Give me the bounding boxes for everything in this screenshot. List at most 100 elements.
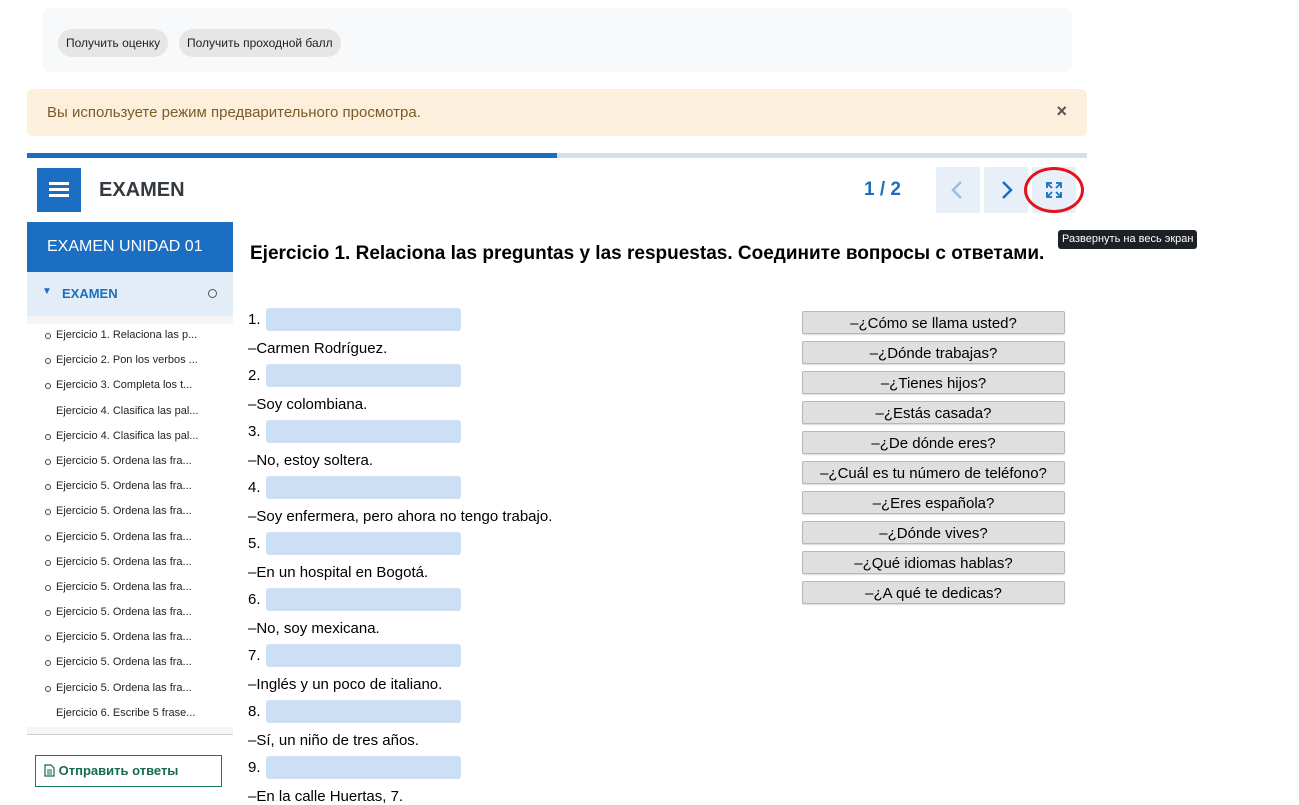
hamburger-icon-line: [49, 194, 69, 197]
sidebar-item-label: Ejercicio 5. Ordena las fra...: [56, 480, 192, 493]
sidebar-item-label: Ejercicio 5. Ordena las fra...: [56, 580, 192, 593]
question-number: 7.: [248, 647, 261, 664]
sidebar-item[interactable]: Ejercicio 5. Ordena las fra...: [27, 601, 233, 626]
status-circle-icon: [45, 584, 51, 591]
previous-page-button[interactable]: [936, 167, 980, 213]
draggable-option[interactable]: –¿Cómo se llama usted?: [802, 311, 1065, 334]
sidebar-item[interactable]: Ejercicio 5. Ordena las fra...: [27, 500, 233, 525]
status-circle-icon: [45, 559, 51, 566]
draggable-option[interactable]: –¿Dónde vives?: [802, 521, 1065, 544]
page-title: EXAMEN: [99, 179, 185, 201]
menu-toggle-button[interactable]: [37, 168, 81, 212]
sidebar-item[interactable]: Ejercicio 2. Pon los verbos ...: [27, 349, 233, 374]
top-action-panel: Получить оценку Получить проходной балл: [42, 8, 1072, 72]
answer-drop-zone[interactable]: [266, 420, 461, 443]
question-number: 9.: [248, 759, 261, 776]
answer-drop-zone[interactable]: [266, 588, 461, 611]
sidebar-item-label: Ejercicio 5. Ordena las fra...: [56, 454, 192, 467]
question-number: 6.: [248, 591, 261, 608]
close-icon[interactable]: ×: [1056, 101, 1067, 122]
answer-text: –Sí, un niño de tres años.: [248, 732, 419, 749]
sidebar-item[interactable]: Ejercicio 1. Relaciona las p...: [27, 324, 233, 349]
fullscreen-tooltip: Развернуть на весь экран: [1058, 230, 1198, 249]
answer-drop-zone[interactable]: [266, 532, 461, 555]
sidebar-item-label: Ejercicio 3. Completa los t...: [56, 379, 193, 392]
sidebar-item-label: Ejercicio 5. Ordena las fra...: [56, 555, 192, 568]
draggable-option[interactable]: –¿Tienes hijos?: [802, 371, 1065, 394]
document-icon: [44, 764, 55, 777]
get-passing-grade-button[interactable]: Получить проходной балл: [179, 29, 341, 57]
sidebar-item-label: Ejercicio 4. Clasifica las pal...: [56, 404, 199, 417]
question-number: 4.: [248, 479, 261, 496]
sidebar-item-list: Ejercicio 1. Relaciona las p... Ejercicio…: [27, 324, 233, 727]
sidebar-item-label: Ejercicio 5. Ordena las fra...: [56, 505, 192, 518]
answer-drop-zone[interactable]: [266, 364, 461, 387]
sidebar-item[interactable]: Ejercicio 5. Ordena las fra...: [27, 651, 233, 676]
sidebar-item-label: Ejercicio 2. Pon los verbos ...: [56, 354, 198, 367]
sidebar-item[interactable]: Ejercicio 5. Ordena las fra...: [27, 626, 233, 651]
draggable-option[interactable]: –¿De dónde eres?: [802, 431, 1065, 454]
answer-drop-zone[interactable]: [266, 308, 461, 331]
answer-text: –Soy colombiana.: [248, 396, 368, 413]
sidebar-heading[interactable]: EXAMEN UNIDAD 01: [27, 222, 233, 272]
answer-drop-zone[interactable]: [266, 476, 461, 499]
hamburger-icon-line: [49, 188, 69, 191]
exercise-title: Ejercicio 1. Relaciona las preguntas y l…: [250, 243, 1045, 264]
sidebar-item[interactable]: Ejercicio 5. Ordena las fra...: [27, 526, 233, 551]
sidebar-item[interactable]: Ejercicio 4. Clasifica las pal...: [27, 400, 233, 425]
sidebar-section-examen[interactable]: ▼ EXAMEN: [27, 272, 233, 316]
progress-bar: [27, 153, 1087, 158]
answer-text: –Soy enfermera, pero ahora no tengo trab…: [248, 508, 553, 525]
question-number: 5.: [248, 535, 261, 552]
submit-answers-label: Отправить ответы: [58, 763, 179, 778]
draggable-option[interactable]: –¿Dónde trabajas?: [802, 341, 1065, 364]
sidebar-item[interactable]: Ejercicio 6. Escribe 5 frase...: [27, 702, 233, 727]
answer-drop-zone[interactable]: [266, 644, 461, 667]
sidebar-item-label: Ejercicio 4. Clasifica las pal...: [56, 429, 199, 442]
status-circle-icon: [45, 333, 51, 339]
submit-answers-button[interactable]: Отправить ответы: [35, 755, 222, 787]
sidebar-item-label: Ejercicio 5. Ordena las fra...: [56, 530, 192, 543]
next-page-button[interactable]: [984, 167, 1028, 213]
sidebar-item[interactable]: Ejercicio 5. Ordena las fra...: [27, 450, 233, 475]
status-circle-icon: [45, 383, 51, 390]
status-circle-icon: [45, 635, 51, 642]
progress-fill: [27, 153, 557, 158]
answer-drop-zone[interactable]: [266, 700, 461, 723]
sidebar-item-label: Ejercicio 6. Escribe 5 frase...: [56, 706, 196, 719]
answer-text: –Carmen Rodríguez.: [248, 340, 388, 357]
sidebar-footer: Отправить ответы: [27, 734, 233, 804]
answer-text: –No, estoy soltera.: [248, 452, 374, 469]
draggable-option[interactable]: –¿Eres española?: [802, 491, 1065, 514]
question-number: 8.: [248, 703, 261, 720]
sidebar-item[interactable]: Ejercicio 5. Ordena las fra...: [27, 576, 233, 601]
status-circle-icon: [45, 534, 51, 541]
highlight-annotation: [1024, 167, 1084, 213]
draggable-option[interactable]: –¿A qué te dedicas?: [802, 581, 1065, 604]
get-grade-button[interactable]: Получить оценку: [58, 29, 169, 57]
status-circle-icon: [45, 610, 51, 617]
status-circle-icon: [45, 484, 51, 491]
status-circle-icon: [208, 289, 217, 298]
sidebar-item[interactable]: Ejercicio 5. Ordena las fra...: [27, 475, 233, 500]
sidebar-item[interactable]: Ejercicio 5. Ordena las fra...: [27, 551, 233, 576]
answer-drop-zone[interactable]: [266, 756, 461, 779]
chevron-left-icon: [951, 181, 962, 199]
status-circle-icon: [45, 358, 51, 365]
status-circle-icon: [45, 660, 51, 667]
draggable-option[interactable]: –¿Qué idiomas hablas?: [802, 551, 1065, 574]
draggable-option[interactable]: –¿Estás casada?: [802, 401, 1065, 424]
preview-mode-alert: Вы используете режим предварительного пр…: [27, 89, 1087, 136]
alert-message: Вы используете режим предварительного пр…: [47, 104, 421, 121]
sidebar-item[interactable]: Ejercicio 5. Ordena las fra...: [27, 677, 233, 702]
hamburger-icon: [49, 182, 69, 185]
caret-down-icon: ▼: [42, 286, 52, 297]
status-circle-icon: [45, 685, 51, 692]
sidebar-item[interactable]: Ejercicio 3. Completa los t...: [27, 374, 233, 399]
sidebar-item-label: Ejercicio 5. Ordena las fra...: [56, 656, 192, 669]
draggable-option[interactable]: –¿Cuál es tu número de teléfono?: [802, 461, 1065, 484]
page-counter: 1 / 2: [864, 179, 901, 200]
sidebar-item[interactable]: Ejercicio 4. Clasifica las pal...: [27, 425, 233, 450]
question-number: 3.: [248, 423, 261, 440]
question-number: 1.: [248, 311, 261, 328]
